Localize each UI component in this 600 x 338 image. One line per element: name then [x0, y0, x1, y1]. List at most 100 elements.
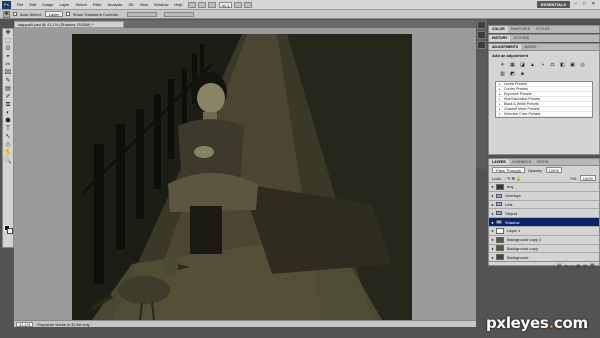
layer-row[interactable]: ● Lets	[489, 199, 599, 209]
posterize-icon[interactable]: ◩	[509, 71, 516, 77]
layer-row[interactable]: ● Background copy	[489, 243, 599, 253]
minimize-icon[interactable]: –	[572, 1, 579, 8]
brush-tool-icon[interactable]: ▤	[3, 86, 13, 93]
auto-select-dropdown[interactable]: Layer	[44, 11, 63, 17]
visibility-eye-icon[interactable]: ●	[489, 211, 496, 216]
maximize-icon[interactable]: □	[581, 1, 588, 8]
background-color-swatch[interactable]	[7, 228, 13, 234]
channel-mixer-icon[interactable]: ◎	[579, 62, 586, 68]
history-brush-tool-icon[interactable]: ⧉	[3, 102, 13, 109]
menu-analysis[interactable]: Analysis	[105, 2, 126, 7]
distribute-buttons[interactable]	[163, 11, 194, 17]
layer-row-selected[interactable]: ● Shadow	[489, 217, 599, 226]
tab-actions[interactable]: ACTIONS	[510, 35, 532, 42]
swatches-panel-icon[interactable]	[477, 31, 486, 39]
add-adjustment-icon[interactable]: ◐	[571, 263, 573, 268]
canvas-area[interactable]	[14, 28, 476, 320]
move-tool-icon[interactable]: ✥	[3, 30, 13, 37]
align-buttons[interactable]	[126, 11, 157, 17]
menu-3d[interactable]: 3D	[125, 2, 136, 7]
tab-adjustments[interactable]: ADJUSTMENTS	[489, 44, 522, 50]
layer-row[interactable]: ● Steps4	[489, 208, 599, 218]
curves-icon[interactable]: ◪	[519, 62, 526, 68]
healing-brush-tool-icon[interactable]: ✎	[3, 78, 13, 85]
tab-history[interactable]: HISTORY	[489, 35, 511, 42]
color-balance-icon[interactable]: ⚖	[549, 62, 556, 68]
menu-view[interactable]: View	[137, 2, 152, 7]
crop-tool-icon[interactable]: ✂	[3, 62, 13, 69]
workspace-essentials-button[interactable]: ESSENTIALS	[536, 1, 570, 8]
menu-image[interactable]: Image	[39, 2, 56, 7]
visibility-eye-icon[interactable]: ●	[489, 228, 496, 233]
path-select-tool-icon[interactable]: ↖	[3, 134, 13, 141]
tab-color[interactable]: COLOR	[489, 26, 508, 33]
lock-icons[interactable]: ▫ ✎ ✥ 🔒	[505, 176, 521, 181]
preset-selective-color[interactable]: Selective Color Presets	[496, 112, 592, 117]
document-tab[interactable]: stappal0.psd @ 41.1% (Shadow, RGB/8) *	[14, 21, 124, 28]
layer-row[interactable]: ● Layer 1	[489, 225, 599, 235]
quick-select-tool-icon[interactable]: ⌖	[3, 54, 13, 61]
launch-minibridge-icon[interactable]	[197, 1, 206, 8]
tab-layers[interactable]: LAYERS	[489, 159, 509, 165]
history-panel-icon[interactable]	[477, 41, 486, 49]
tab-styles[interactable]: STYLES	[533, 26, 552, 33]
add-mask-icon[interactable]: ▣	[576, 263, 580, 268]
layer-row[interactable]: ● Background copy 2	[489, 234, 599, 244]
blend-mode-select[interactable]: Pass Through	[492, 167, 525, 173]
menu-select[interactable]: Select	[73, 2, 90, 7]
new-layer-icon[interactable]: ▤	[583, 263, 587, 268]
gradient-tool-icon[interactable]: ◐	[3, 110, 13, 117]
rotate-view-icon[interactable]	[244, 1, 253, 8]
tab-swatches[interactable]: SWATCHES	[508, 26, 533, 33]
dodge-tool-icon[interactable]: ⬢	[3, 118, 13, 125]
type-tool-icon[interactable]: T	[3, 126, 13, 133]
visibility-eye-icon[interactable]: ●	[489, 237, 496, 242]
zoom-level-select[interactable]: 41.1	[218, 1, 233, 8]
hand-tool-icon[interactable]: ✋	[3, 150, 13, 157]
auto-select-checkbox[interactable]	[13, 12, 17, 16]
black-white-icon[interactable]: ◧	[559, 62, 566, 68]
photo-filter-icon[interactable]: ▣	[569, 62, 576, 68]
tab-channels[interactable]: CHANNELS	[509, 159, 534, 165]
document-image[interactable]	[72, 34, 412, 320]
marquee-tool-icon[interactable]: ⬚	[3, 38, 13, 45]
tab-masks[interactable]: MASKS	[521, 44, 539, 50]
menu-file[interactable]: File	[14, 2, 26, 7]
status-zoom-field[interactable]: 41.1%	[16, 321, 34, 327]
lasso-tool-icon[interactable]: ʘ	[3, 46, 13, 53]
fill-field[interactable]: 100%	[579, 175, 596, 181]
gradient-map-icon[interactable]: ◈	[519, 71, 526, 77]
color-panel-icon[interactable]	[477, 21, 486, 29]
show-transform-controls-checkbox[interactable]	[65, 12, 70, 16]
shape-tool-icon[interactable]: ◇	[3, 142, 13, 149]
view-extras-icon[interactable]	[207, 1, 216, 8]
menu-filter[interactable]: Filter	[90, 2, 105, 7]
layer-row[interactable]: ● boy	[489, 182, 599, 191]
menu-help[interactable]: Help	[171, 2, 185, 7]
clone-stamp-tool-icon[interactable]: ✐	[3, 94, 13, 101]
visibility-eye-icon[interactable]: ●	[489, 202, 496, 207]
visibility-eye-icon[interactable]: ●	[489, 255, 496, 260]
tab-paths[interactable]: PATHS	[534, 159, 551, 165]
invert-icon[interactable]: ▥	[499, 71, 506, 77]
move-tool-preset-icon[interactable]: ✥	[3, 10, 10, 18]
layer-row[interactable]: ● Background	[489, 252, 599, 262]
levels-icon[interactable]: ▦	[509, 62, 516, 68]
eyedropper-tool-icon[interactable]: ⌧	[3, 70, 13, 77]
launch-bridge-icon[interactable]	[187, 1, 196, 8]
hand-tool-icon[interactable]	[234, 1, 243, 8]
menu-window[interactable]: Window	[151, 2, 171, 7]
opacity-field[interactable]: 100%	[545, 167, 562, 173]
layer-row[interactable]: ● Overlays	[489, 190, 599, 200]
close-icon[interactable]: ✕	[590, 1, 597, 8]
menu-edit[interactable]: Edit	[26, 2, 39, 7]
menu-layer[interactable]: Layer	[56, 2, 72, 7]
visibility-eye-icon[interactable]: ●	[489, 246, 496, 251]
visibility-eye-icon[interactable]: ●	[489, 220, 496, 225]
link-layers-icon[interactable]: ⛓	[557, 263, 562, 268]
zoom-tool-icon[interactable]: 🔍	[3, 158, 13, 165]
visibility-eye-icon[interactable]: ●	[489, 193, 496, 198]
vibrance-icon[interactable]: ◑	[539, 62, 546, 68]
layer-style-icon[interactable]: fx	[565, 263, 568, 268]
brightness-icon[interactable]: ☀	[499, 62, 506, 68]
